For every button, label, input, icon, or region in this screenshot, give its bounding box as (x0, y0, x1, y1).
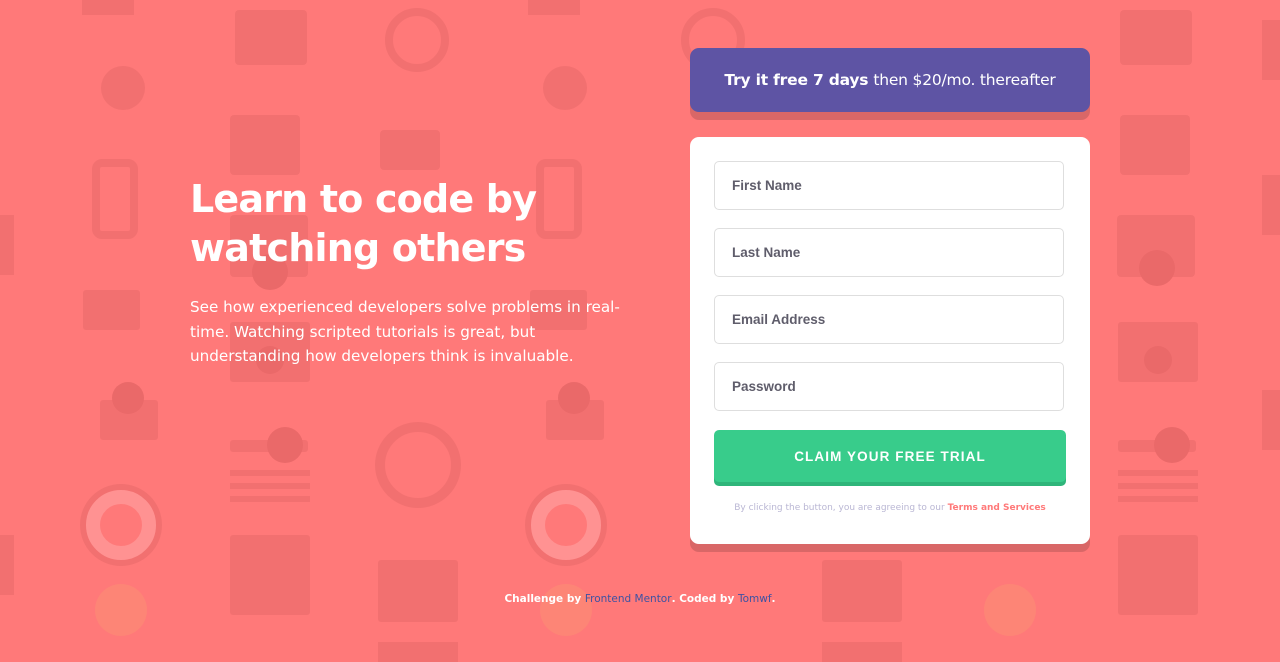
document-icon (1120, 115, 1190, 175)
network-icon (543, 66, 587, 110)
toolbox-icon (528, 0, 580, 15)
headset-icon (1262, 20, 1280, 80)
trial-banner: Try it free 7 days then $20/mo. thereaft… (690, 48, 1090, 112)
terms-notice: By clicking the button, you are agreeing… (690, 503, 1090, 513)
toolbox-icon (1120, 10, 1192, 65)
text-lines-icon (1118, 470, 1198, 476)
document-icon (230, 115, 300, 175)
browser-icon (822, 642, 902, 662)
link-icon (1262, 175, 1280, 235)
lifebuoy-icon (527, 486, 605, 564)
hero-title-line2: watching others (190, 226, 526, 270)
cart-icon (546, 400, 604, 440)
trial-banner-bold: Try it free 7 days (724, 71, 869, 89)
attribution-footer: Challenge by Frontend Mentor. Coded by T… (0, 593, 1280, 605)
text-lines-icon (230, 483, 310, 489)
footer-challenge-text: Challenge by (504, 593, 582, 605)
calendar-icon (378, 560, 458, 622)
lifebuoy-icon (80, 484, 162, 566)
toolbox-icon (235, 10, 307, 65)
frontend-mentor-link[interactable]: Frontend Mentor (585, 593, 672, 605)
key-icon (267, 427, 303, 463)
key-icon (1118, 440, 1196, 452)
gear-icon (558, 382, 590, 414)
terms-link[interactable]: Terms and Services (948, 503, 1046, 513)
browser-icon (378, 642, 458, 662)
author-link[interactable]: Tomwf (738, 593, 772, 605)
text-lines-icon (230, 470, 310, 476)
folder-icon (0, 215, 14, 275)
link-icon (92, 159, 138, 239)
lightbulb-icon (984, 584, 1036, 636)
last-name-input[interactable] (714, 228, 1064, 277)
headset-icon (385, 8, 449, 72)
thumbs-up-icon (380, 130, 440, 170)
terms-text: By clicking the button, you are agreeing… (734, 503, 945, 513)
trial-banner-rest: then $20/mo. thereafter (873, 71, 1056, 89)
hero-section: Learn to code by watching others See how… (190, 175, 650, 369)
password-input[interactable] (714, 362, 1064, 411)
chat-icon (83, 290, 140, 330)
key-icon (1154, 427, 1190, 463)
folder-icon (1117, 215, 1195, 277)
footer-end-text: . (771, 593, 776, 605)
browser-icon (1118, 322, 1198, 382)
gear-icon (112, 382, 144, 414)
text-lines-icon (230, 496, 310, 502)
gear-icon (1139, 250, 1175, 286)
footer-coded-by-text: . Coded by (671, 593, 735, 605)
first-name-input[interactable] (714, 161, 1064, 210)
calendar-icon (822, 560, 902, 622)
text-lines-icon (1118, 483, 1198, 489)
lightbulb-icon (540, 584, 592, 636)
cart-icon (100, 400, 158, 440)
key-icon (230, 440, 308, 452)
hero-title: Learn to code by watching others (190, 175, 650, 273)
network-icon (101, 66, 145, 110)
lifebuoy-icon (82, 486, 160, 564)
magnifier-icon (1144, 346, 1172, 374)
lightbulb-icon (95, 584, 147, 636)
claim-free-trial-button[interactable]: CLAIM YOUR FREE TRIAL (714, 430, 1066, 482)
signup-form: CLAIM YOUR FREE TRIAL By clicking the bu… (690, 137, 1090, 544)
lifebuoy-icon (525, 484, 607, 566)
cart-icon (1262, 390, 1280, 450)
cog-icon (375, 422, 461, 508)
toolbox-icon (82, 0, 134, 15)
text-lines-icon (1118, 496, 1198, 502)
email-input[interactable] (714, 295, 1064, 344)
house-icon (0, 535, 14, 595)
hero-description: See how experienced developers solve pro… (190, 298, 620, 365)
hero-title-line1: Learn to code by (190, 177, 537, 221)
